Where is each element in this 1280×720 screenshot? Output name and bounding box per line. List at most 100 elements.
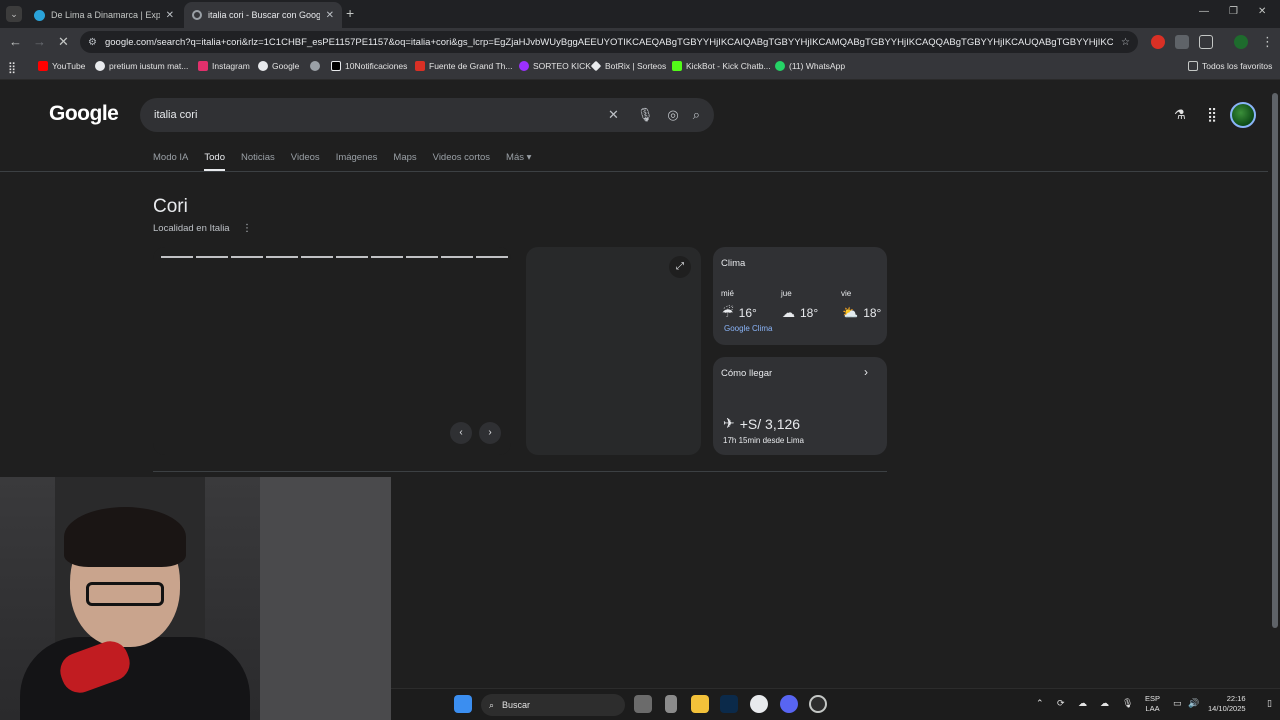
youtube-icon xyxy=(38,61,48,71)
close-window-icon[interactable]: ✕ xyxy=(1258,6,1266,17)
tray-icon[interactable]: ☁ xyxy=(1100,698,1109,709)
search-box[interactable]: ✕ 🎙 ◎ ⌕ xyxy=(140,98,714,132)
bookmark-whatsapp[interactable]: (11) WhatsApp xyxy=(775,61,845,71)
tab-search-icon[interactable]: ⌄ xyxy=(6,6,22,22)
windows-taskbar: ⌕ Buscar ⌃ ⟳ ☁ ☁ 🎙 ESP LAA ▭ 🔊 22:16 14/10/… xyxy=(391,688,1280,720)
microphone-icon[interactable]: 🎙 xyxy=(637,107,654,123)
bookmark-youtube[interactable]: YouTube xyxy=(38,61,85,71)
browser-tab[interactable]: De Lima a Dinamarca | Explorar ✕ xyxy=(26,2,182,28)
new-tab-button[interactable]: + xyxy=(346,5,354,21)
bookmark-google[interactable]: Google xyxy=(258,61,299,71)
tabs-divider xyxy=(0,171,1268,172)
account-avatar[interactable] xyxy=(1230,102,1256,128)
search-icon[interactable]: ⌕ xyxy=(693,107,700,123)
google-icon xyxy=(258,61,268,71)
scrollbar[interactable] xyxy=(1270,81,1280,687)
scroll-thumb[interactable] xyxy=(1272,93,1278,628)
labs-flask-icon[interactable]: ⚗ xyxy=(1174,107,1186,123)
tray-chevron-icon[interactable]: ⌃ xyxy=(1036,698,1044,709)
rain-icon: ☔ xyxy=(722,305,734,320)
tab-todo[interactable]: Todo xyxy=(204,152,225,171)
file-explorer-icon[interactable] xyxy=(691,695,709,713)
carousel-prev-icon[interactable]: ‹ xyxy=(450,422,472,444)
bookmark-pretium[interactable]: pretium iustum mat... xyxy=(95,61,188,71)
app-icon[interactable] xyxy=(665,695,677,713)
minimize-icon[interactable]: — xyxy=(1199,6,1209,17)
more-options-icon[interactable]: ⋮ xyxy=(242,223,252,234)
taskbar-clock[interactable]: 22:16 14/10/2025 xyxy=(1208,694,1246,714)
tab-strip: ⌄ De Lima a Dinamarca | Explorar ✕ itali… xyxy=(0,0,1280,28)
browser-toolbar: ← → ✕ ⚙ google.com/search?q=italia+cori&… xyxy=(0,28,1280,56)
forward-icon[interactable]: → xyxy=(33,35,46,49)
browser-tab-active[interactable]: italia cori - Buscar con Google ✕ xyxy=(184,2,342,28)
google-apps-icon[interactable]: ⣿ xyxy=(1207,106,1217,123)
tab-mas[interactable]: Más ▾ xyxy=(506,152,531,171)
bookmark-botrix[interactable]: BotRix | Sorteos xyxy=(590,60,666,72)
cloud-icon: ☁ xyxy=(782,305,795,320)
tab-imagenes[interactable]: Imágenes xyxy=(336,152,378,171)
whatsapp-icon xyxy=(775,61,785,71)
partly-sunny-icon: ⛅ xyxy=(842,305,859,320)
mic-tray-icon[interactable]: 🎙 xyxy=(1122,698,1133,709)
notifications-icon[interactable]: ▯ xyxy=(1267,698,1272,709)
taskbar-search[interactable]: ⌕ Buscar xyxy=(481,694,625,716)
folder-icon xyxy=(1188,61,1198,71)
back-icon[interactable]: ← xyxy=(9,35,22,49)
chevron-right-icon[interactable]: › xyxy=(864,365,868,379)
tab-videos[interactable]: Videos xyxy=(291,152,320,171)
close-tab-icon[interactable]: ✕ xyxy=(326,10,334,21)
restore-icon[interactable]: ❐ xyxy=(1229,6,1238,17)
loading-icon xyxy=(192,10,202,20)
bookmark-sorteo-kick[interactable]: SORTEO KICK xyxy=(519,61,591,71)
font-icon xyxy=(415,61,425,71)
network-icon[interactable]: ▭ xyxy=(1173,698,1182,709)
bookmark-10notificaciones[interactable]: 10Notificaciones xyxy=(331,61,407,71)
photoshop-icon[interactable] xyxy=(720,695,738,713)
bookmark-instagram[interactable]: Instagram xyxy=(198,61,250,71)
volume-icon[interactable]: 🔊 xyxy=(1188,698,1199,709)
obs-icon[interactable] xyxy=(809,695,827,713)
tab-videos-cortos[interactable]: Videos cortos xyxy=(433,152,490,171)
map-card[interactable]: ⤢ xyxy=(526,247,701,455)
clear-icon[interactable]: ✕ xyxy=(608,107,619,123)
bookmark-fuente[interactable]: Fuente de Grand Th... xyxy=(415,61,512,71)
image-carousel[interactable]: ‹ › xyxy=(153,247,511,455)
profile-avatar[interactable] xyxy=(1234,35,1248,49)
bookmark-kickbot[interactable]: KickBot - Kick Chatb... xyxy=(672,61,771,71)
bookmark-star-icon[interactable]: ☆ xyxy=(1121,37,1130,48)
search-input[interactable] xyxy=(154,109,594,121)
airplane-icon: ✈ xyxy=(723,415,735,431)
url-text[interactable]: google.com/search?q=italia+cori&rlz=1C1C… xyxy=(105,37,1113,48)
language-indicator[interactable]: ESP LAA xyxy=(1145,694,1160,714)
lens-camera-icon[interactable]: ◎ xyxy=(667,107,678,123)
extension-icon[interactable] xyxy=(1151,35,1165,49)
bookmark-globe[interactable] xyxy=(310,61,324,71)
windows-start-icon[interactable] xyxy=(454,695,472,713)
tray-icon[interactable]: ⟳ xyxy=(1057,698,1065,709)
site-info-icon[interactable]: ⚙ xyxy=(88,37,97,48)
x-icon xyxy=(331,61,341,71)
weather-card[interactable]: Clima mié jue vie ☔ 16° ☁ 18° ⛅ 18° Google … xyxy=(713,247,887,345)
extension-icon[interactable] xyxy=(1175,35,1189,49)
google-icon xyxy=(95,61,105,71)
tab-noticias[interactable]: Noticias xyxy=(241,152,275,171)
directions-card[interactable]: Cómo llegar › ✈ +S/ 3,126 17h 15min desde… xyxy=(713,357,887,455)
carousel-next-icon[interactable]: › xyxy=(479,422,501,444)
close-tab-icon[interactable]: ✕ xyxy=(166,10,174,21)
onedrive-icon[interactable]: ☁ xyxy=(1078,698,1087,709)
tab-maps[interactable]: Maps xyxy=(393,152,416,171)
google-logo[interactable]: Google xyxy=(49,102,119,126)
address-bar[interactable]: ⚙ google.com/search?q=italia+cori&rlz=1C… xyxy=(80,31,1138,53)
tab-modo-ia[interactable]: Modo IA xyxy=(153,152,188,171)
discord-icon[interactable] xyxy=(780,695,798,713)
stop-loading-icon[interactable]: ✕ xyxy=(58,35,69,49)
task-view-icon[interactable] xyxy=(634,695,652,713)
all-bookmarks[interactable]: Todos los favoritos xyxy=(1188,61,1272,71)
google-clima-link[interactable]: Google Clima xyxy=(724,324,772,333)
expand-map-icon[interactable]: ⤢ xyxy=(669,256,691,278)
apps-grid-icon[interactable]: ⣿ xyxy=(8,61,16,74)
menu-dots-icon[interactable]: ⋮ xyxy=(1261,35,1274,49)
explore-favicon-icon xyxy=(34,9,45,21)
extensions-puzzle-icon[interactable] xyxy=(1199,35,1213,49)
chrome-icon[interactable] xyxy=(750,695,768,713)
